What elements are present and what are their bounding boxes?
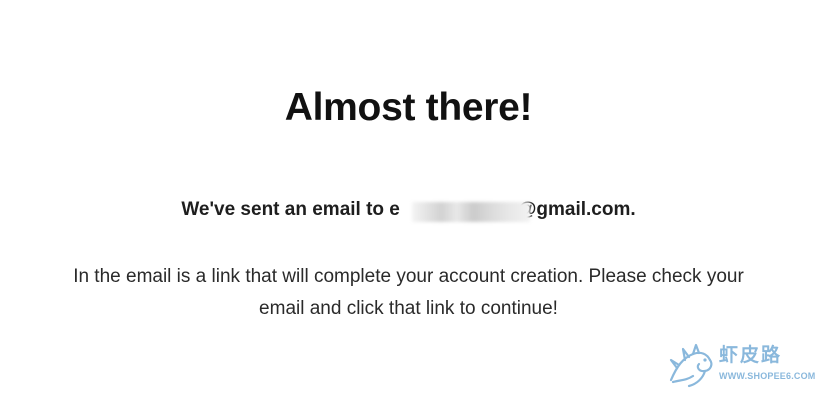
email-domain: @gmail.com. [517,199,636,220]
email-sent-prefix: We've sent an email to e [181,199,400,220]
instructions-line-2: email and click that link to continue! [259,298,558,319]
redacted-email [400,199,530,222]
watermark: 虾皮路 WWW.SHOPEE6.COM [663,336,816,392]
email-sent-message: We've sent an email to e @gmail.com. [0,199,817,222]
watermark-url: WWW.SHOPEE6.COM [719,371,816,381]
watermark-title: 虾皮路 [719,344,783,366]
email-redaction-blur [411,202,530,222]
dragon-logo-icon [669,343,713,388]
instructions-line-1: In the email is a link that will complet… [73,266,744,287]
instructions-text: In the email is a link that will complet… [0,261,817,325]
page-title: Almost there! [284,86,533,129]
